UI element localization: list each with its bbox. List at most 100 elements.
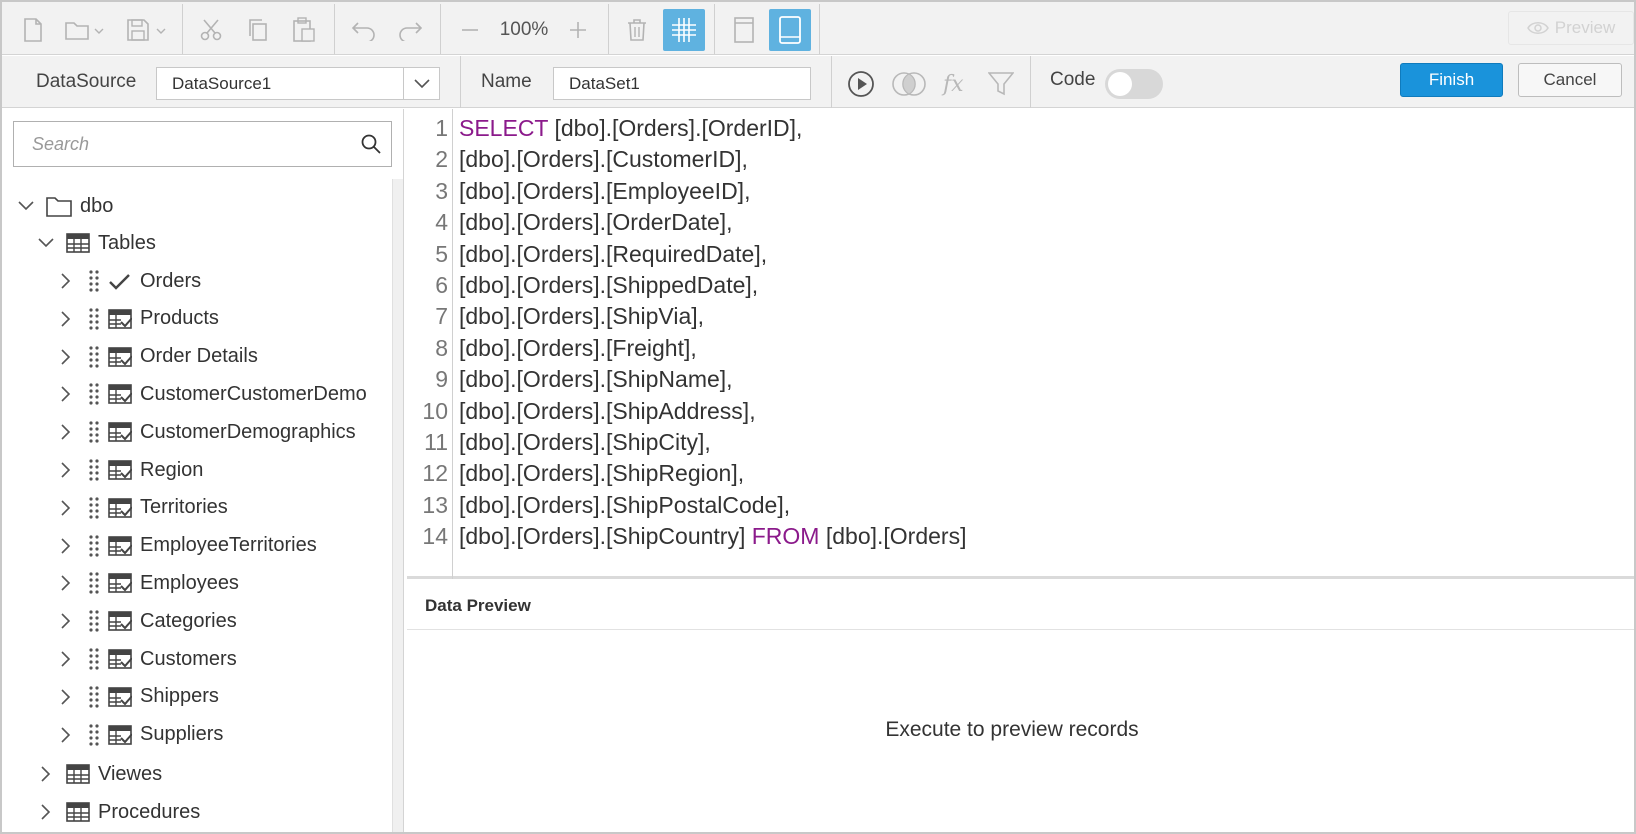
drag-handle-icon[interactable] bbox=[86, 685, 102, 709]
filter-icon[interactable] bbox=[984, 67, 1018, 101]
tree-node-table[interactable]: Suppliers bbox=[56, 718, 223, 752]
tablet-view-icon[interactable] bbox=[769, 9, 811, 51]
chevron-down-icon[interactable] bbox=[16, 197, 36, 215]
tree-node-label: Employees bbox=[140, 571, 239, 594]
grid-icon[interactable] bbox=[663, 9, 705, 51]
code-line[interactable]: [dbo].[Orders].[RequiredDate], bbox=[459, 241, 767, 268]
drag-handle-icon[interactable] bbox=[86, 420, 102, 444]
tree-node-dbo[interactable]: dbo bbox=[16, 189, 113, 223]
chevron-right-icon[interactable] bbox=[56, 499, 76, 517]
data-preview-panel: Data Preview Execute to preview records bbox=[407, 582, 1634, 832]
code-line[interactable]: [dbo].[Orders].[EmployeeID], bbox=[459, 178, 750, 205]
code-line[interactable]: [dbo].[Orders].[ShipCountry] FROM [dbo].… bbox=[459, 523, 966, 550]
tree-node-table[interactable]: Order Details bbox=[56, 340, 258, 374]
chevron-right-icon[interactable] bbox=[56, 310, 76, 328]
tree-node-table[interactable]: Products bbox=[56, 302, 219, 336]
open-folder-icon[interactable] bbox=[62, 9, 108, 51]
execute-icon[interactable] bbox=[844, 67, 878, 101]
preview-button[interactable]: Preview bbox=[1508, 11, 1634, 45]
function-icon[interactable]: fx bbox=[938, 67, 972, 101]
code-line[interactable]: SELECT [dbo].[Orders].[OrderID], bbox=[459, 115, 802, 142]
chevron-right-icon[interactable] bbox=[56, 726, 76, 744]
code-line[interactable]: [dbo].[Orders].[ShipCity], bbox=[459, 429, 711, 456]
save-icon[interactable] bbox=[124, 9, 170, 51]
tree-node-table[interactable]: EmployeeTerritories bbox=[56, 529, 317, 563]
drag-handle-icon[interactable] bbox=[86, 647, 102, 671]
chevron-right-icon[interactable] bbox=[56, 537, 76, 555]
drag-handle-icon[interactable] bbox=[86, 269, 102, 293]
chevron-right-icon[interactable] bbox=[56, 348, 76, 366]
svg-text:fx: fx bbox=[941, 72, 964, 97]
drag-handle-icon[interactable] bbox=[86, 571, 102, 595]
copy-icon[interactable] bbox=[243, 9, 273, 51]
code-line[interactable]: [dbo].[Orders].[ShipVia], bbox=[459, 303, 704, 330]
chevron-right-icon[interactable] bbox=[56, 385, 76, 403]
tree-node-table[interactable]: Categories bbox=[56, 604, 237, 638]
code-line[interactable]: [dbo].[Orders].[Freight], bbox=[459, 335, 697, 362]
chevron-right-icon[interactable] bbox=[56, 650, 76, 668]
search-icon[interactable] bbox=[361, 134, 381, 159]
table-check-icon bbox=[108, 649, 132, 669]
zoom-level[interactable]: 100% bbox=[484, 9, 564, 51]
dataset-name-input[interactable]: DataSet1 bbox=[553, 67, 811, 100]
paste-icon[interactable] bbox=[289, 9, 319, 51]
chevron-right-icon[interactable] bbox=[56, 612, 76, 630]
chevron-right-icon[interactable] bbox=[56, 461, 76, 479]
undo-icon[interactable] bbox=[349, 9, 379, 51]
chevron-right-icon[interactable] bbox=[56, 574, 76, 592]
delete-icon[interactable] bbox=[622, 9, 652, 51]
drag-handle-icon[interactable] bbox=[86, 496, 102, 520]
chevron-right-icon[interactable] bbox=[36, 765, 56, 783]
tree-node-table[interactable]: Customers bbox=[56, 642, 237, 676]
drag-handle-icon[interactable] bbox=[86, 723, 102, 747]
drag-handle-icon[interactable] bbox=[86, 609, 102, 633]
code-line[interactable]: [dbo].[Orders].[ShipRegion], bbox=[459, 460, 744, 487]
chevron-down-icon[interactable] bbox=[36, 234, 56, 252]
cut-icon[interactable] bbox=[196, 9, 226, 51]
code-line[interactable]: [dbo].[Orders].[ShipName], bbox=[459, 366, 733, 393]
cancel-button[interactable]: Cancel bbox=[1518, 63, 1622, 97]
tree-node-table[interactable]: Territories bbox=[56, 491, 228, 525]
code-line[interactable]: [dbo].[Orders].[CustomerID], bbox=[459, 146, 748, 173]
code-line[interactable]: [dbo].[Orders].[ShippedDate], bbox=[459, 272, 758, 299]
tree-node-tables[interactable]: Tables bbox=[36, 226, 156, 260]
new-file-icon[interactable] bbox=[20, 9, 46, 51]
code-toggle[interactable] bbox=[1105, 69, 1163, 99]
sql-editor[interactable]: 1 2 3 4 5 6 7 8 9 10 11 12 13 14 SELECT [dbo].[Orders… bbox=[407, 109, 1634, 579]
join-icon[interactable] bbox=[890, 67, 928, 101]
line-number: 11 bbox=[424, 429, 448, 455]
chevron-right-icon[interactable] bbox=[56, 272, 76, 290]
drag-handle-icon[interactable] bbox=[86, 307, 102, 331]
finish-button[interactable]: Finish bbox=[1400, 63, 1503, 97]
chevron-right-icon[interactable] bbox=[36, 803, 56, 821]
datasource-value: DataSource1 bbox=[172, 74, 272, 93]
zoom-out-icon[interactable] bbox=[457, 9, 483, 51]
drag-handle-icon[interactable] bbox=[86, 382, 102, 406]
tree-node-views[interactable]: Viewes bbox=[36, 757, 162, 791]
datasource-select[interactable]: DataSource1 bbox=[156, 67, 440, 100]
tree-node-table[interactable]: Region bbox=[56, 453, 203, 487]
drag-handle-icon[interactable] bbox=[86, 458, 102, 482]
chevron-down-icon[interactable] bbox=[403, 68, 439, 99]
chevron-right-icon[interactable] bbox=[56, 688, 76, 706]
tree-node-table[interactable]: Orders bbox=[56, 264, 201, 298]
chevron-right-icon[interactable] bbox=[56, 423, 76, 441]
tree-scrollbar[interactable] bbox=[392, 179, 403, 832]
code-line[interactable]: [dbo].[Orders].[OrderDate], bbox=[459, 209, 733, 236]
drag-handle-icon[interactable] bbox=[86, 345, 102, 369]
code-line[interactable]: [dbo].[Orders].[ShipAddress], bbox=[459, 398, 756, 425]
preview-label: Preview bbox=[1554, 18, 1616, 37]
drag-handle-icon[interactable] bbox=[86, 534, 102, 558]
code-line[interactable]: [dbo].[Orders].[ShipPostalCode], bbox=[459, 492, 790, 519]
tree-node-table[interactable]: Shippers bbox=[56, 680, 219, 714]
tree-node-table[interactable]: CustomerDemographics bbox=[56, 415, 356, 449]
search-input[interactable]: Search bbox=[13, 121, 392, 167]
tree-node-procedures[interactable]: Procedures bbox=[36, 795, 200, 829]
tree-node-label: Orders bbox=[140, 269, 202, 292]
redo-icon[interactable] bbox=[395, 9, 425, 51]
zoom-in-icon[interactable] bbox=[565, 9, 591, 51]
data-preview-title: Data Preview bbox=[425, 596, 531, 615]
tree-node-table[interactable]: CustomerCustomerDemo bbox=[56, 377, 367, 411]
page-view-icon[interactable] bbox=[729, 9, 759, 51]
tree-node-table[interactable]: Employees bbox=[56, 566, 239, 600]
